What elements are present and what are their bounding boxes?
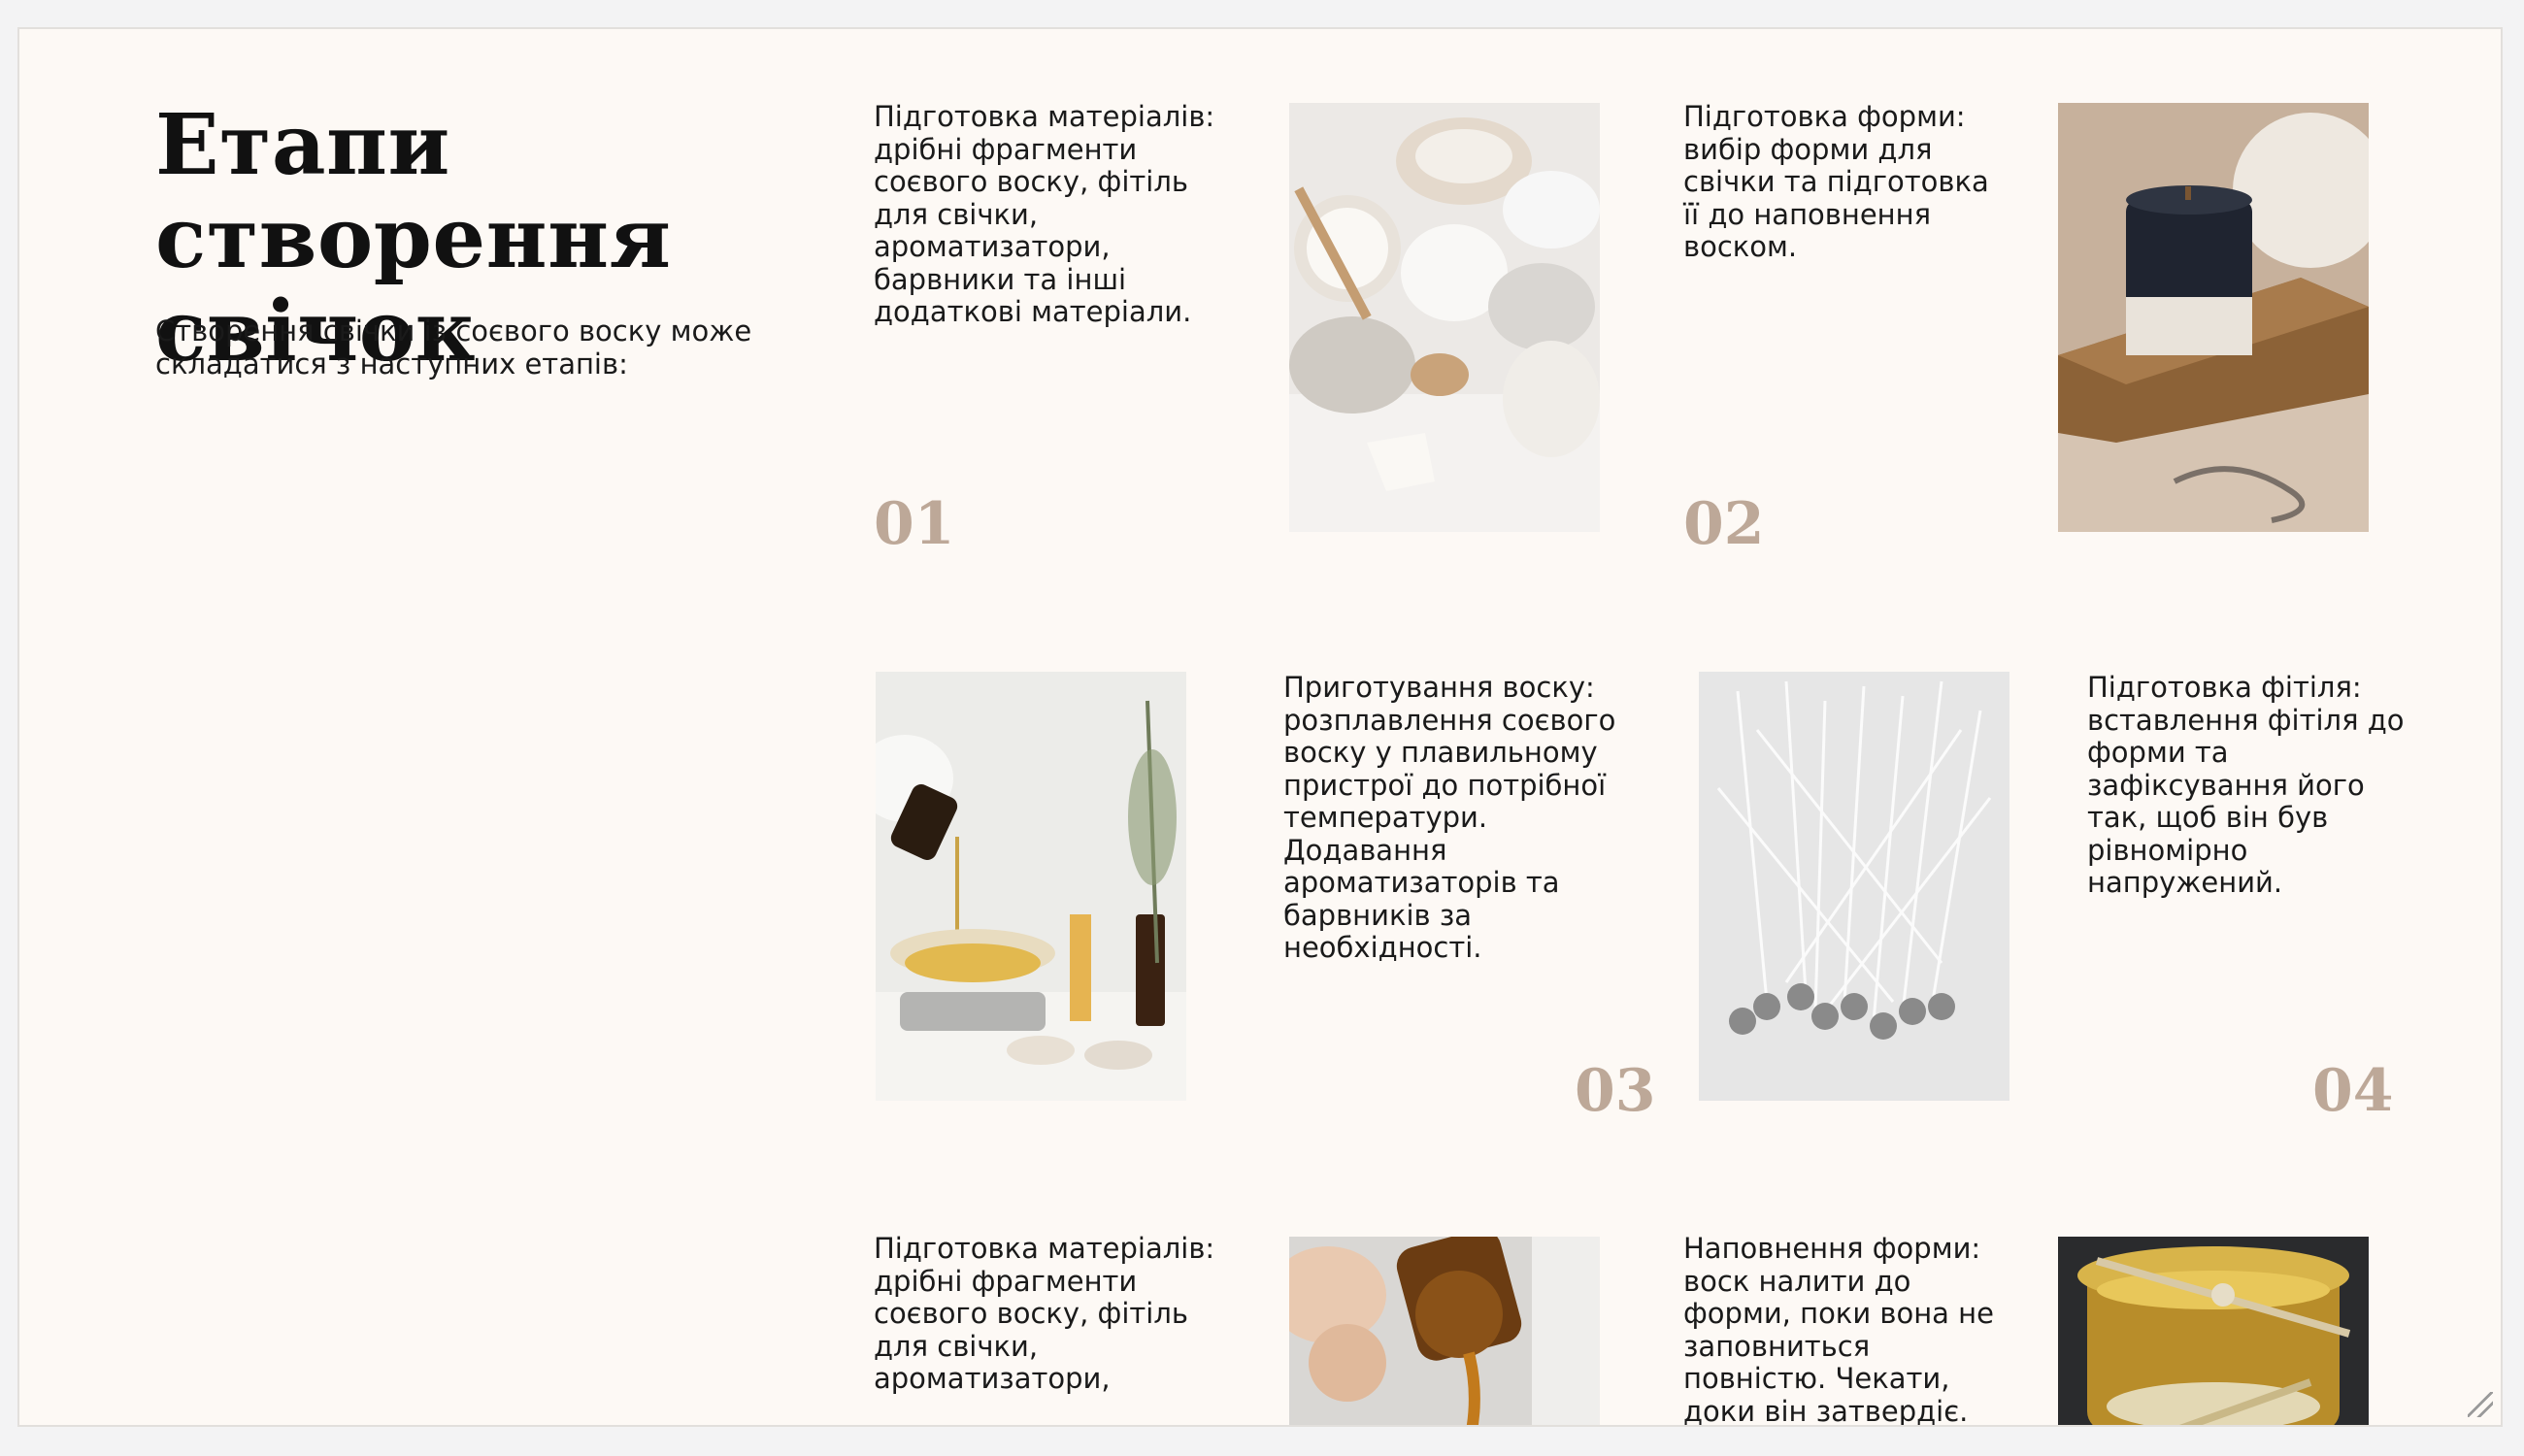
step-1-number: 01 bbox=[874, 490, 955, 558]
candle-wicks-photo bbox=[1699, 672, 2009, 1101]
step-3-number: 03 bbox=[1575, 1057, 1656, 1125]
slide-page: Етапи створення свічок Створення свічки … bbox=[17, 27, 2503, 1427]
candle-jar-on-board-photo bbox=[2058, 103, 2369, 532]
step-6-text: Наповнення форми: воск налити до форми, … bbox=[1683, 1232, 1994, 1427]
step-5-text: Підготовка матеріалів: дрібні фрагменти … bbox=[874, 1232, 1215, 1395]
step-1-text: Підготовка матеріалів: дрібні фрагменти … bbox=[874, 100, 1215, 328]
dripping-honey-bottle-photo bbox=[1289, 1237, 1600, 1425]
step-4-number: 04 bbox=[2312, 1057, 2394, 1125]
step-2-text: Підготовка форми: вибір форми для свічки… bbox=[1683, 100, 1989, 263]
step-2-number: 02 bbox=[1683, 490, 1765, 558]
soy-wax-materials-photo bbox=[1289, 103, 1600, 532]
step-4-text: Підготовка фітіля: вставлення фітіля до … bbox=[2087, 671, 2405, 899]
wax-filled-jar-photo bbox=[2058, 1237, 2369, 1425]
resize-handle[interactable] bbox=[2468, 1392, 2493, 1417]
step-3-text: Приготування воску: розплавлення соєвого… bbox=[1283, 671, 1616, 964]
intro-text: Створення свічки із соєвого воску може с… bbox=[155, 314, 752, 381]
pouring-oil-on-scale-photo bbox=[876, 672, 1186, 1101]
